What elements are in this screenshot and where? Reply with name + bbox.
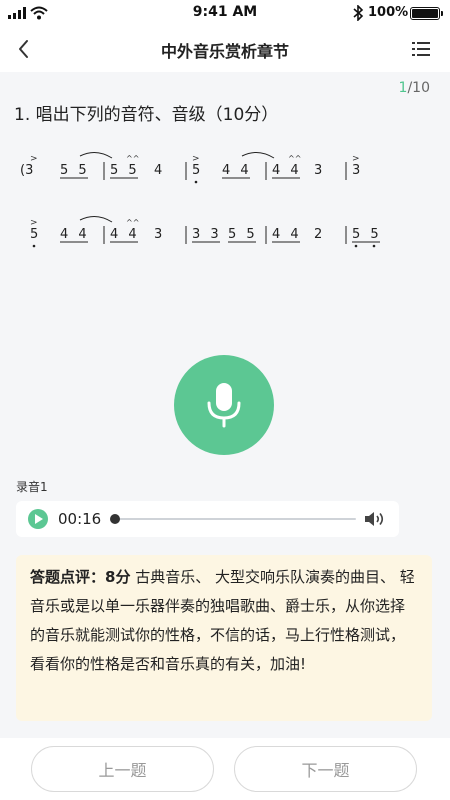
recording-label: 录音1 xyxy=(16,480,48,494)
status-bar: 9:41 AM 100% xyxy=(0,0,450,26)
slur xyxy=(79,216,113,223)
answer-review-card: 答题点评：8分 古典音乐、 大型交响乐队演奏的曲目、 轻音乐或是以单一乐器伴奏的… xyxy=(16,555,432,721)
note: 5 5 xyxy=(352,227,382,242)
note: 3 3 xyxy=(192,227,222,242)
question-text: 1. 唱出下列的音符、音级（10分） xyxy=(14,105,279,125)
note: 4 4 xyxy=(110,227,140,242)
bluetooth-icon xyxy=(353,5,364,21)
progress-thumb[interactable] xyxy=(110,514,120,524)
note: 3 xyxy=(154,227,162,242)
question-counter: 1/10 xyxy=(399,80,430,96)
battery-icon xyxy=(410,7,443,20)
review-label: 答题点评： xyxy=(30,568,106,586)
note: 5 5 xyxy=(228,227,258,242)
notation-row-2: > 5 4 4 4 4 ^^ 3 3 3 5 5 4 4 2 5 5 xyxy=(18,214,438,254)
next-question-button[interactable]: 下一题 xyxy=(234,746,417,792)
note: 5 5 xyxy=(60,163,90,178)
microphone-icon xyxy=(207,383,241,428)
octave-dot xyxy=(354,244,358,248)
note: 4 4 xyxy=(222,163,252,178)
note: 5 5 xyxy=(110,163,140,178)
note: (3 xyxy=(20,163,33,178)
nav-bar: 中外音乐赏析章节 xyxy=(0,26,450,72)
accent-mark: ^^ xyxy=(126,154,139,163)
accent-mark: ^^ xyxy=(126,218,139,227)
record-mic-button[interactable] xyxy=(174,355,274,455)
note: 3 xyxy=(352,163,360,178)
progress-track[interactable] xyxy=(116,518,356,520)
recording-time: 00:16 xyxy=(58,510,102,528)
note: 4 4 xyxy=(272,163,302,178)
note: 4 4 xyxy=(272,227,302,242)
speaker-icon[interactable] xyxy=(363,509,387,529)
accent-mark: ^^ xyxy=(288,154,301,163)
slur xyxy=(241,152,275,159)
review-score: 8分 xyxy=(105,568,131,586)
octave-dot xyxy=(32,244,36,248)
play-icon[interactable] xyxy=(28,509,48,529)
note: 3 xyxy=(314,163,322,178)
previous-question-button[interactable]: 上一题 xyxy=(31,746,214,792)
octave-dot xyxy=(372,244,376,248)
note: 5 xyxy=(192,163,200,178)
page-title: 中外音乐赏析章节 xyxy=(160,42,289,61)
note: 4 4 xyxy=(60,227,90,242)
note: 4 xyxy=(154,163,162,178)
octave-dot xyxy=(194,180,198,184)
notation-row-1: > (3 5 5 5 5 ^^ 4 > 5 4 4 4 4 ^^ 3 > 3 xyxy=(18,150,438,190)
slur xyxy=(79,152,113,159)
list-menu-icon[interactable] xyxy=(410,38,432,60)
battery-percent: 100% xyxy=(368,5,409,20)
footer-bar: 上一题 下一题 xyxy=(0,738,450,800)
counter-total: /10 xyxy=(407,80,430,96)
note: 5 xyxy=(30,227,38,242)
audio-player: 00:16 xyxy=(16,501,399,537)
note: 2 xyxy=(314,227,322,242)
